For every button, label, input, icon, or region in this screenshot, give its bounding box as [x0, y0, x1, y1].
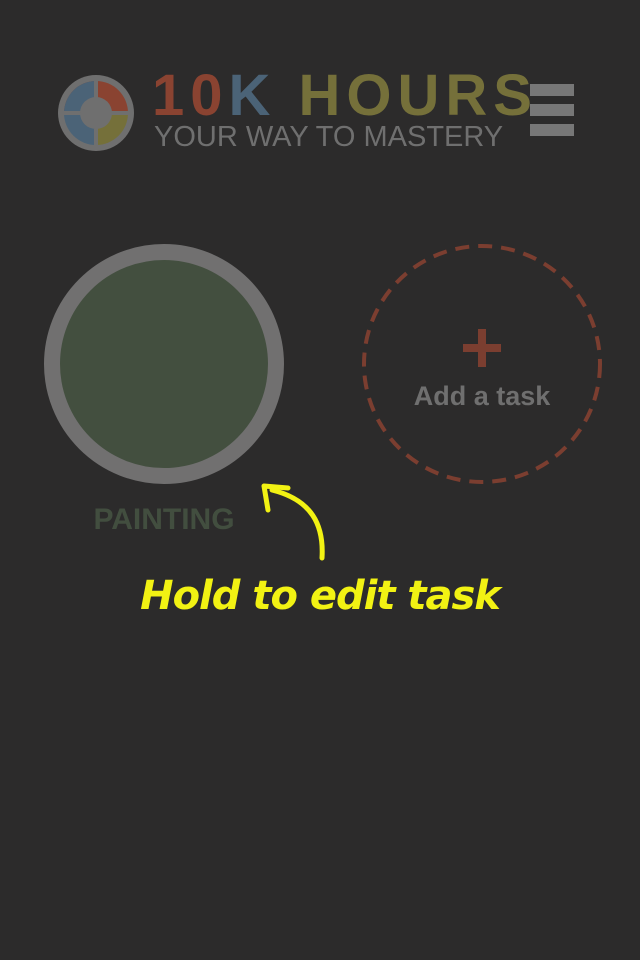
add-task-button[interactable]	[362, 244, 602, 484]
add-task-label: Add a task	[413, 381, 551, 411]
logo-center	[80, 97, 112, 129]
menu-bar-1	[530, 84, 574, 96]
title-part-hours: HOURS	[298, 63, 538, 128]
menu-bar-2	[530, 104, 574, 116]
app-title: 10K HOURS	[152, 64, 538, 128]
hint-text: Hold to edit task	[140, 573, 501, 619]
hamburger-menu-button[interactable]	[528, 84, 576, 140]
curved-arrow-icon	[261, 483, 325, 561]
menu-bar-3	[530, 124, 574, 136]
task-circle-painting[interactable]	[44, 244, 284, 484]
app-subtitle: YOUR WAY TO MASTERY	[154, 121, 504, 153]
title-part-10: 10	[152, 63, 229, 128]
logo-wheel-icon	[58, 75, 134, 151]
plus-icon	[463, 329, 501, 367]
title-part-k: K	[228, 63, 277, 128]
home-screen: 10K HOURS YOUR WAY TO MASTERY PAINTING A…	[0, 0, 640, 960]
task-label-painting: PAINTING	[93, 503, 235, 536]
